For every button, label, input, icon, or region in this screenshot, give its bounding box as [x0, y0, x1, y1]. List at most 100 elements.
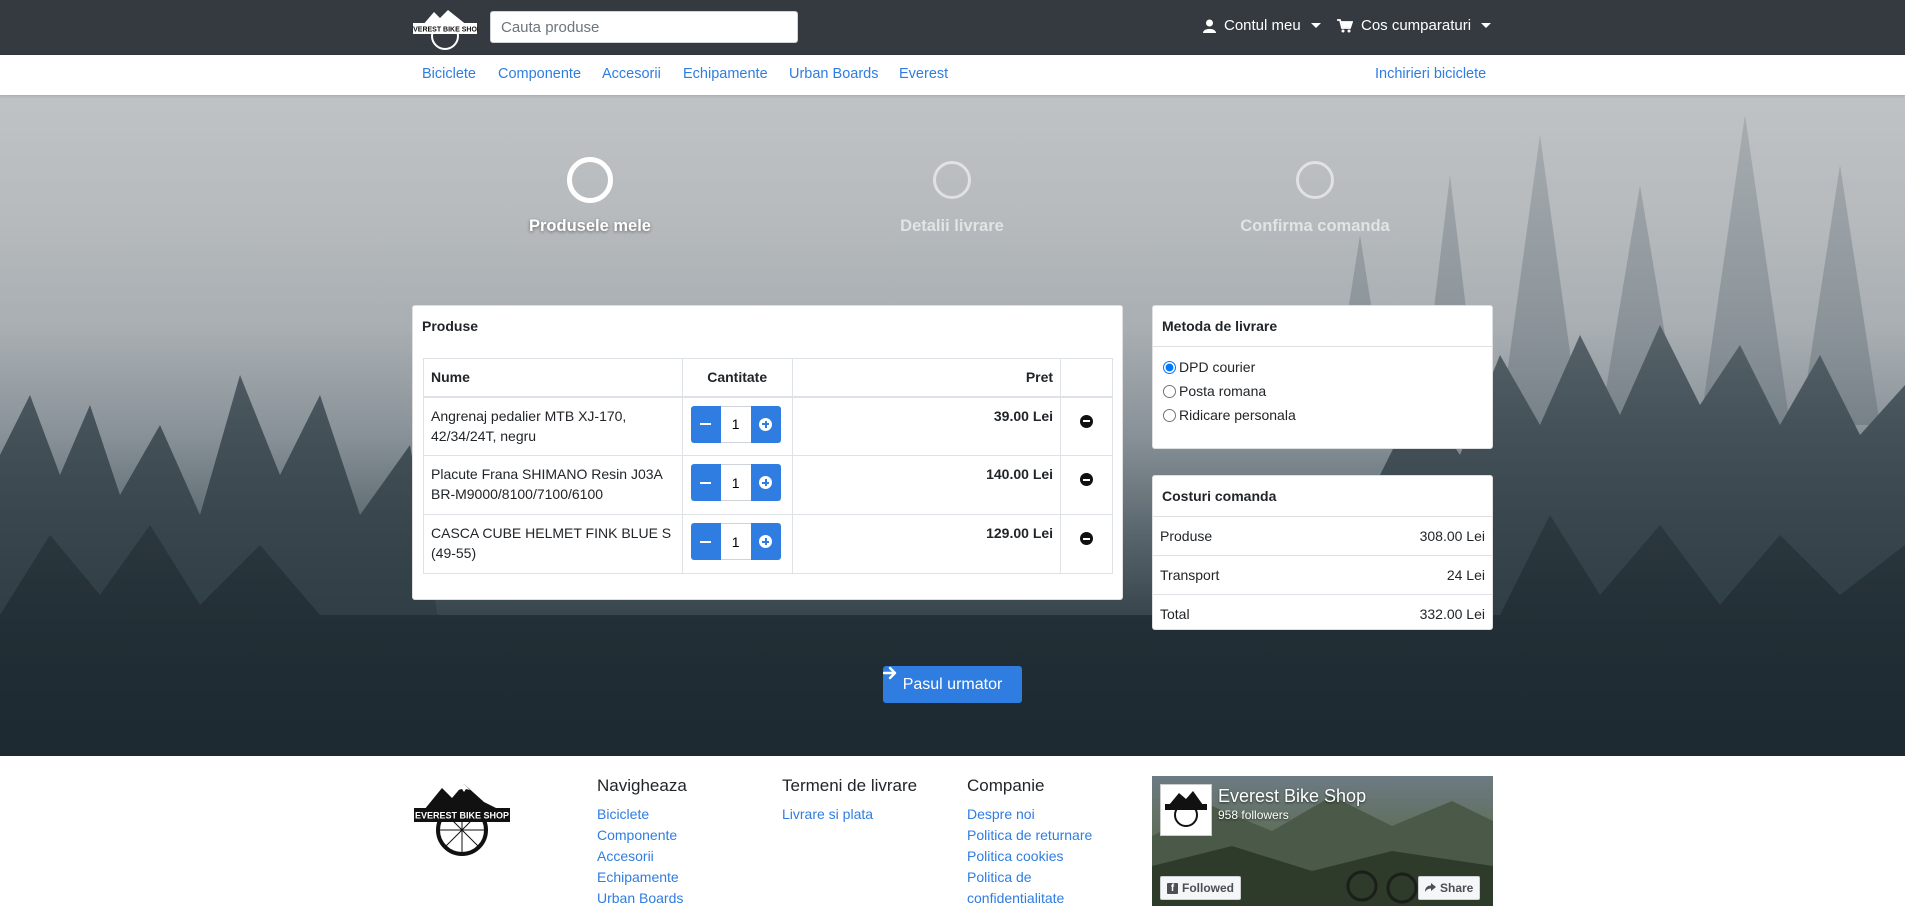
step-circle: [1296, 161, 1334, 199]
step-label: Detalii livrare: [900, 217, 1004, 235]
product-price: 140.00 Lei: [791, 455, 1062, 515]
minus-icon: [700, 481, 712, 484]
quantity-cell: [681, 455, 793, 515]
next-step-button[interactable]: Pasul urmator: [883, 666, 1022, 703]
footer-company-column: Companie Despre noi Politica de returnar…: [967, 776, 1117, 909]
remove-item-icon[interactable]: [1080, 532, 1094, 545]
everest-logo[interactable]: EVEREST BIKE SHOP: [412, 8, 478, 50]
footer-nav-title: Navigheaza: [597, 776, 687, 795]
column-header-nume: Nume: [423, 358, 683, 398]
footer-logo[interactable]: EVEREST BIKE SHOP: [412, 780, 512, 856]
facebook-page-name[interactable]: Everest Bike Shop: [1218, 786, 1366, 807]
cart-menu[interactable]: Cos cumparaturi: [1337, 17, 1492, 34]
search-input[interactable]: [490, 11, 798, 43]
cart-label: Cos cumparaturi: [1361, 17, 1472, 34]
footer-link-cookies[interactable]: Politica cookies: [967, 846, 1117, 867]
radio-dpd[interactable]: [1163, 360, 1176, 374]
decrease-quantity-button[interactable]: [690, 523, 721, 560]
remove-item-icon[interactable]: [1080, 473, 1094, 486]
column-header-cantitate: Cantitate: [681, 358, 793, 398]
order-costs-card: Costuri comanda Produse 308.00 Lei Trans…: [1152, 475, 1493, 630]
delivery-method-title: Metoda de livrare: [1153, 306, 1492, 347]
footer-company-title: Companie: [967, 776, 1045, 795]
delivery-options: DPD courier Posta romana Ridicare person…: [1153, 347, 1492, 435]
delivery-option-label: Posta romana: [1179, 383, 1267, 399]
delivery-option-label: DPD courier: [1179, 359, 1256, 375]
delivery-option-ridicare[interactable]: Ridicare personala: [1163, 403, 1482, 427]
table-row: CASCA CUBE HELMET FINK BLUE S (49-55) 12…: [423, 514, 1113, 574]
cost-value: 308.00 Lei: [1419, 528, 1485, 544]
table-row: Angrenaj pedalier MTB XJ-170, 42/34/24T,…: [423, 396, 1113, 456]
cost-label: Total: [1160, 606, 1190, 622]
top-bar: EVEREST BIKE SHOP Contul meu Cos cumpara…: [0, 0, 1905, 55]
facebook-page-widget[interactable]: Everest Bike Shop 958 followers f Follow…: [1152, 776, 1493, 906]
footer-link-biciclete[interactable]: Biciclete: [597, 804, 687, 825]
category-nav: Biciclete Componente Accesorii Echipamen…: [0, 55, 1905, 95]
minus-icon: [700, 423, 712, 425]
cost-label: Transport: [1160, 567, 1220, 583]
quantity-stepper: [690, 464, 785, 501]
footer-link-urban-boards[interactable]: Urban Boards: [597, 888, 687, 909]
step-circle: [567, 157, 613, 203]
facebook-page-avatar[interactable]: [1160, 784, 1212, 836]
table-row: Placute Frana SHIMANO Resin J03A BR-M900…: [423, 455, 1113, 515]
account-menu[interactable]: Contul meu: [1203, 17, 1321, 34]
nav-link-componente[interactable]: Componente: [498, 66, 581, 82]
delivery-option-posta[interactable]: Posta romana: [1163, 379, 1482, 403]
cost-row-produse: Produse 308.00 Lei: [1153, 517, 1492, 555]
remove-cell: [1060, 455, 1113, 515]
increase-quantity-button[interactable]: [750, 523, 781, 560]
svg-text:EVEREST BIKE SHOP: EVEREST BIKE SHOP: [415, 811, 509, 821]
nav-link-biciclete[interactable]: Biciclete: [422, 66, 476, 82]
decrease-quantity-button[interactable]: [690, 464, 721, 501]
footer-link-livrare[interactable]: Livrare si plata: [782, 804, 917, 825]
facebook-followed-button[interactable]: f Followed: [1160, 876, 1241, 900]
footer: EVEREST BIKE SHOP Navigheaza Biciclete C…: [0, 756, 1905, 914]
decrease-quantity-button[interactable]: [690, 405, 721, 443]
products-card: Produse Nume Cantitate Pret Angrenaj ped…: [412, 305, 1123, 600]
nav-link-inchirieri[interactable]: Inchirieri biciclete: [1375, 66, 1486, 82]
plus-circle-icon: [759, 417, 773, 431]
product-name: CASCA CUBE HELMET FINK BLUE S (49-55): [423, 514, 683, 574]
footer-link-echipamente[interactable]: Echipamente: [597, 867, 687, 888]
footer-link-returnare[interactable]: Politica de returnare: [967, 825, 1117, 846]
share-label: Share: [1440, 881, 1474, 895]
quantity-input[interactable]: [720, 523, 751, 560]
product-name: Angrenaj pedalier MTB XJ-170, 42/34/24T,…: [423, 396, 683, 456]
cost-value: 24 Lei: [1446, 567, 1485, 583]
column-header-actions: [1060, 358, 1113, 398]
cost-value: 332.00 Lei: [1419, 606, 1485, 622]
order-costs-title: Costuri comanda: [1153, 476, 1492, 517]
quantity-input[interactable]: [720, 405, 751, 443]
step-label: Confirma comanda: [1240, 217, 1390, 235]
increase-quantity-button[interactable]: [750, 464, 781, 501]
products-table: Nume Cantitate Pret Angrenaj pedalier MT…: [423, 358, 1113, 574]
footer-link-confidentialitate[interactable]: Politica de confidentialitate: [967, 867, 1117, 909]
quantity-stepper: [690, 405, 785, 443]
radio-ridicare[interactable]: [1163, 408, 1176, 422]
quantity-cell: [681, 396, 793, 456]
plus-circle-icon: [759, 535, 773, 548]
footer-link-componente[interactable]: Componente: [597, 825, 687, 846]
share-icon: [1425, 883, 1436, 892]
nav-link-urban-boards[interactable]: Urban Boards: [789, 66, 878, 82]
nav-link-echipamente[interactable]: Echipamente: [683, 66, 768, 82]
remove-item-icon[interactable]: [1080, 414, 1094, 428]
minus-icon: [700, 540, 712, 543]
everest-logo-icon: [1165, 791, 1207, 827]
quantity-input[interactable]: [720, 464, 751, 501]
step-confirma-comanda: Confirma comanda: [1215, 157, 1415, 236]
increase-quantity-button[interactable]: [750, 405, 781, 443]
nav-link-accesorii[interactable]: Accesorii: [602, 66, 661, 82]
radio-posta[interactable]: [1163, 384, 1176, 398]
footer-link-despre[interactable]: Despre noi: [967, 804, 1117, 825]
plus-circle-icon: [759, 476, 773, 489]
delivery-option-dpd[interactable]: DPD courier: [1163, 355, 1482, 379]
nav-link-everest[interactable]: Everest: [899, 66, 948, 82]
delivery-option-label: Ridicare personala: [1179, 407, 1296, 423]
facebook-share-button[interactable]: Share: [1418, 876, 1481, 900]
footer-link-accesorii[interactable]: Accesorii: [597, 846, 687, 867]
step-circle: [933, 161, 971, 199]
step-detalii-livrare: Detalii livrare: [852, 157, 1052, 236]
step-label: Produsele mele: [529, 217, 651, 235]
